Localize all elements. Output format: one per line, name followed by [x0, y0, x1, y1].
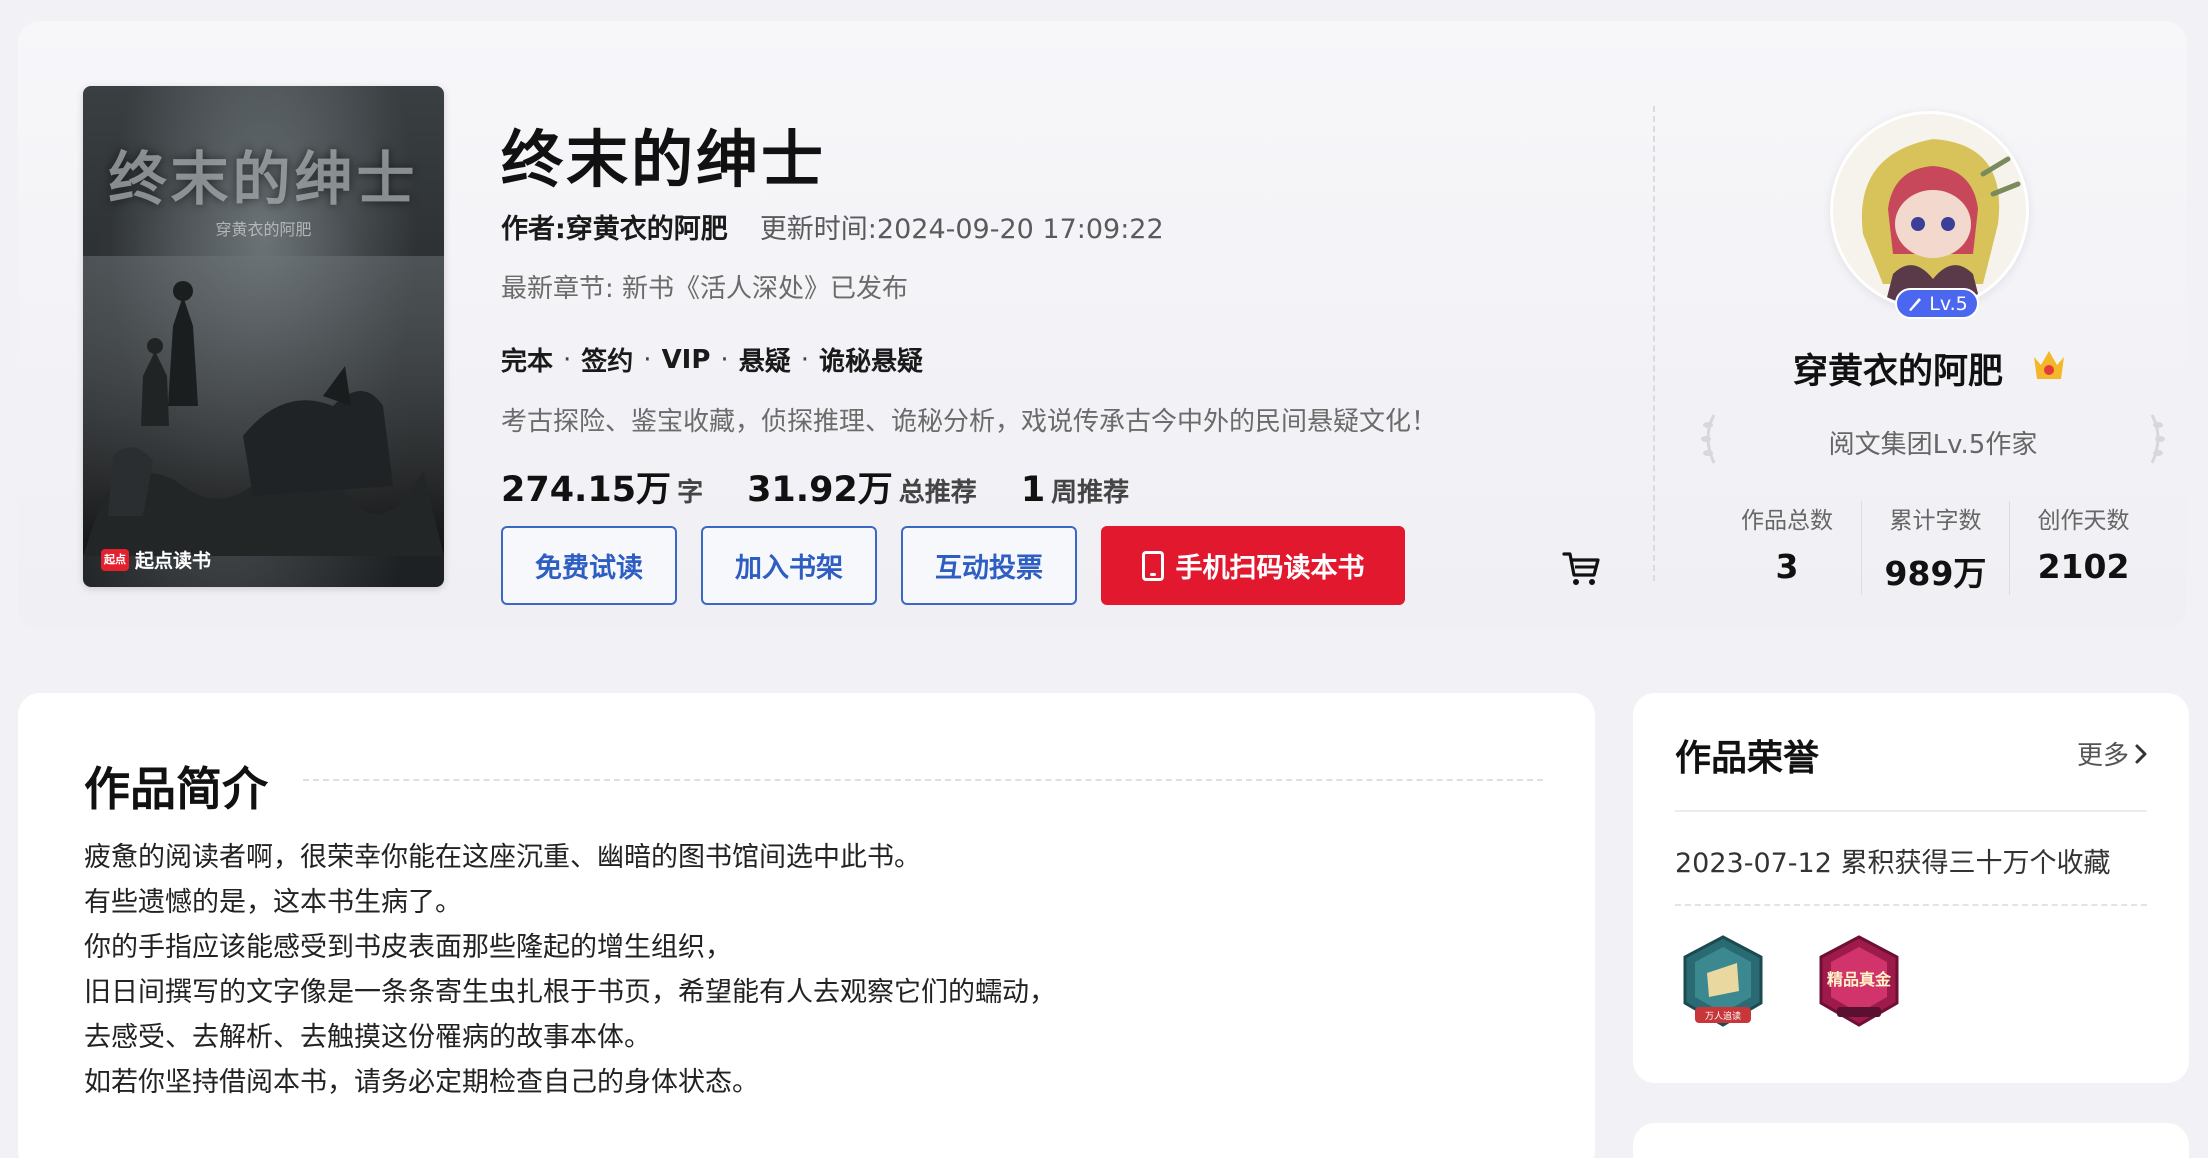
total-recommend-value: 31.92万 [747, 470, 893, 510]
cart-icon[interactable] [1561, 548, 1601, 588]
total-recommend-stat: 31.92万 总推荐 [747, 461, 977, 512]
intro-paragraph: 旧日间撰写的文字像是一条条寄生虫扎根于书页，希望能有人去观察它们的蠕动， [84, 977, 1056, 1008]
qidian-logo-icon: 起点 [101, 548, 129, 571]
author-honor-icon [2034, 351, 2064, 379]
book-header-card: 终末的绅士 穿黄衣的阿肥 起点 起点读书 终末的绅士 作者:穿黄衣的阿肥 更新时… [18, 21, 2187, 629]
avatar-illustration [1833, 114, 2026, 307]
author-avatar[interactable] [1830, 111, 2029, 310]
book-short-description: 考古探险、鉴宝收藏，侦探推理、诡秘分析，戏说传承古今中外的民间悬疑文化！ [501, 407, 1438, 437]
tag-contract: 签约 [581, 347, 634, 377]
honors-more-link[interactable]: 更多 [2077, 735, 2147, 772]
author-stat-value: 989万 [1884, 554, 1987, 593]
latest-chapter-link[interactable]: 最新章节: 新书《活人深处》已发布 [501, 268, 908, 305]
honors-card: 作品荣誉 更多 2023-07-12 累积获得三十万个收藏 万人追读 精品真金 [1633, 693, 2189, 1083]
author-rank-title: 阅文集团Lv.5作家 [1828, 430, 2038, 460]
total-recommend-unit: 总推荐 [898, 478, 977, 508]
author-stat-value: 3 [1775, 547, 1799, 586]
tag-vip: VIP [661, 344, 711, 375]
medal-quality-text: 精品真金 [1827, 970, 1892, 989]
phone-icon [1141, 550, 1164, 581]
add-to-shelf-button[interactable]: 加入书架 [701, 526, 877, 605]
book-title: 终末的绅士 [501, 123, 827, 196]
word-count-stat: 274.15万字 [501, 461, 703, 512]
intro-paragraph: 你的手指应该能感受到书皮表面那些隆起的增生组织， [84, 932, 732, 963]
author-stat-label: 作品总数 [1741, 508, 1833, 534]
tag-separator: · [800, 344, 809, 375]
word-count-value: 274.15万 [501, 470, 672, 510]
weekly-recommend-unit: 周推荐 [1051, 478, 1130, 508]
medal-quality-icon[interactable]: 精品真金 [1813, 933, 1905, 1033]
honors-divider [1675, 810, 2147, 812]
author-stat-value: 2102 [2037, 547, 2130, 586]
cover-author: 穿黄衣的阿肥 [215, 220, 312, 239]
free-trial-button[interactable]: 免费试读 [501, 526, 677, 605]
intro-paragraph: 有些遗憾的是，这本书生病了。 [84, 887, 462, 918]
weekly-recommend-value: 1 [1020, 470, 1046, 510]
tag-separator: · [563, 344, 572, 375]
author-level-text: Lv.5 [1929, 292, 1968, 315]
honors-heading: 作品荣誉 [1675, 738, 1820, 779]
honors-more-label: 更多 [2076, 741, 2129, 771]
author-words-stat: 累计字数 989万 [1861, 501, 2009, 595]
author-level-badge: Lv.5 [1895, 288, 1979, 319]
cover-brand-text: 起点读书 [135, 550, 212, 572]
tag-genre[interactable]: 悬疑 [739, 341, 791, 378]
vote-button[interactable]: 互动投票 [901, 526, 1077, 605]
author-works-stat[interactable]: 作品总数 3 [1713, 501, 1861, 595]
header-divider [1653, 106, 1655, 581]
intro-card: 作品简介 疲惫的阅读者啊，很荣幸你能在这座沉重、幽暗的图书馆间选中此书。 有些遗… [18, 693, 1595, 1158]
intro-paragraph: 疲惫的阅读者啊，很荣幸你能在这座沉重、幽暗的图书馆间选中此书。 [84, 842, 921, 873]
action-buttons: 免费试读 加入书架 互动投票 手机扫码读本书 [501, 526, 1405, 605]
book-stats: 274.15万字 31.92万 总推荐 1 周推荐 [501, 461, 1129, 512]
tag-status: 完本 [501, 347, 554, 377]
meta-row: 作者:穿黄衣的阿肥 更新时间:2024-09-20 17:09:22 [501, 207, 1164, 246]
cover-brand: 起点 起点读书 [101, 546, 211, 573]
weekly-recommend-stat: 1 周推荐 [1021, 470, 1129, 510]
author-stat-label: 创作天数 [2037, 508, 2130, 534]
intro-divider [303, 779, 1543, 781]
author-stats: 作品总数 3 累计字数 989万 创作天数 2102 [1713, 501, 2157, 595]
cover-title: 终末的绅士 [108, 145, 419, 213]
secondary-side-card [1633, 1123, 2189, 1158]
update-time: 更新时间:2024-09-20 17:09:22 [759, 214, 1164, 245]
intro-body: 疲惫的阅读者啊，很荣幸你能在这座沉重、幽暗的图书馆间选中此书。 有些遗憾的是，这… [84, 835, 1056, 1105]
author-days-stat: 创作天数 2102 [2009, 501, 2157, 595]
tag-subgenre[interactable]: 诡秘悬疑 [819, 341, 923, 378]
chevron-right-icon [2135, 744, 2147, 763]
book-cover[interactable]: 终末的绅士 穿黄衣的阿肥 起点 起点读书 [83, 86, 444, 587]
medal-readers-text: 万人追读 [1705, 1010, 1741, 1022]
quill-icon [1909, 297, 1922, 311]
cover-illustration [83, 256, 444, 556]
tag-separator: · [643, 344, 652, 375]
scan-to-read-button[interactable]: 手机扫码读本书 [1101, 526, 1405, 605]
honors-dashed-divider [1675, 904, 2147, 906]
intro-heading: 作品简介 [84, 762, 268, 816]
word-count-unit: 字 [677, 478, 704, 508]
author-name[interactable]: 穿黄衣的阿肥 [1793, 343, 2003, 394]
author-link[interactable]: 作者:穿黄衣的阿肥 [501, 207, 728, 246]
tag-list: 完本 · 签约 · VIP · 悬疑 · 诡秘悬疑 [501, 341, 923, 378]
intro-paragraph: 如若你坚持借阅本书，请务必定期检查自己的身体状态。 [84, 1067, 759, 1098]
honor-item: 2023-07-12 累积获得三十万个收藏 [1675, 848, 2111, 879]
author-stat-label: 累计字数 [1889, 508, 1982, 534]
scan-to-read-label: 手机扫码读本书 [1175, 553, 1365, 584]
tag-separator: · [720, 344, 729, 375]
medal-readers-icon[interactable]: 万人追读 [1677, 933, 1769, 1033]
intro-paragraph: 去感受、去解析、去触摸这份罹病的故事本体。 [84, 1022, 651, 1053]
